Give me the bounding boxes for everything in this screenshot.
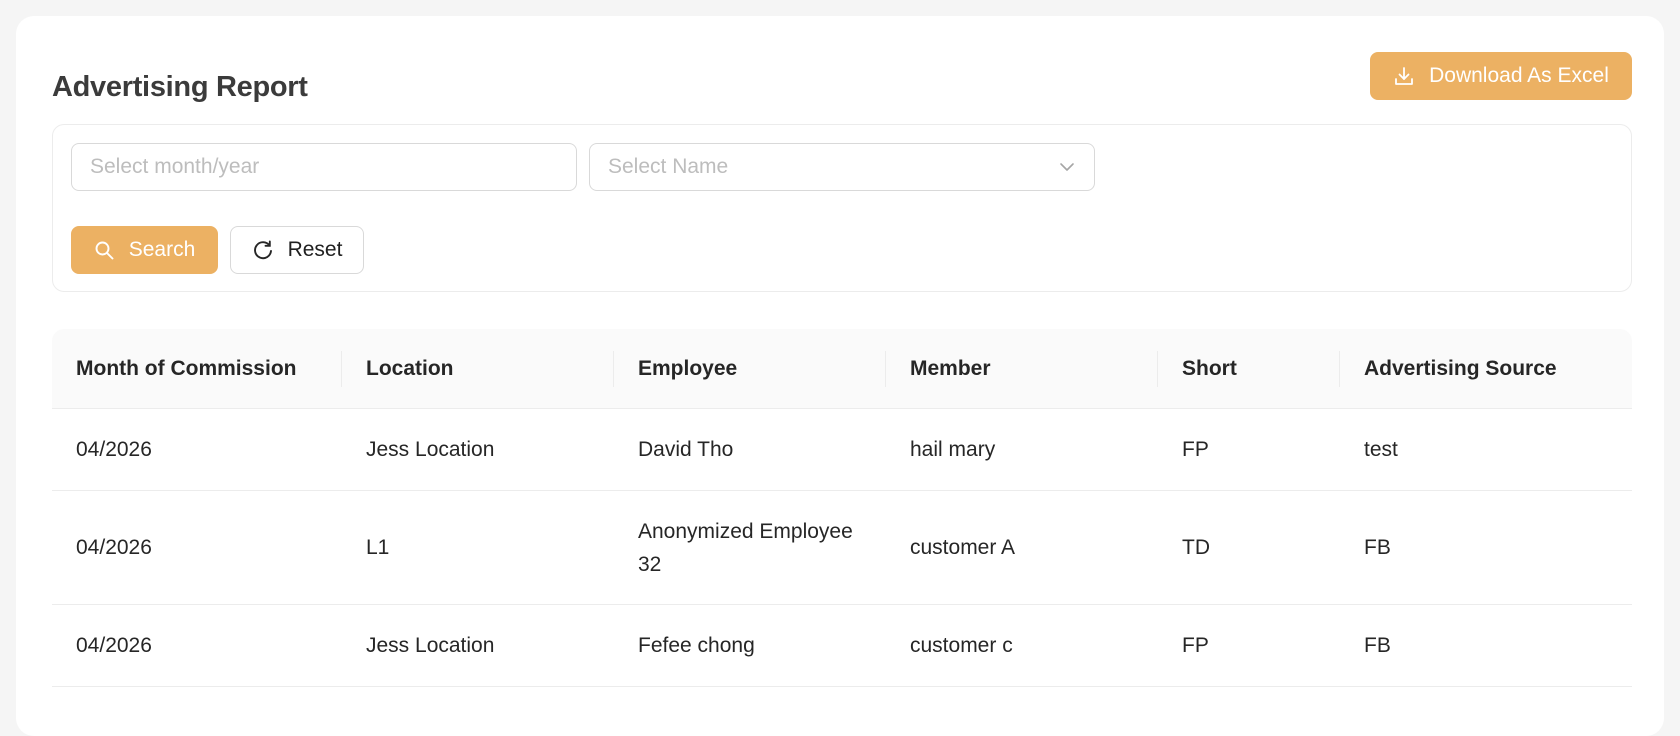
chevron-down-icon bbox=[1060, 163, 1074, 171]
table-row[interactable]: 04/2026 Jess Location David Tho hail mar… bbox=[52, 409, 1632, 491]
filter-panel: Select Name Search Reset bbox=[52, 124, 1632, 292]
cell-advertising-source: FB bbox=[1364, 634, 1391, 657]
cell-location: L1 bbox=[366, 536, 390, 559]
cell-member: hail mary bbox=[910, 438, 996, 461]
column-header-month[interactable]: Month of Commission bbox=[52, 329, 342, 408]
column-header-short[interactable]: Short bbox=[1158, 329, 1340, 408]
download-excel-button[interactable]: Download As Excel bbox=[1370, 52, 1632, 100]
cell-employee: David Tho bbox=[638, 438, 734, 461]
cell-month: 04/2026 bbox=[76, 634, 152, 657]
download-icon bbox=[1395, 67, 1414, 85]
page-title: Advertising Report bbox=[52, 71, 308, 103]
search-button[interactable]: Search bbox=[71, 226, 218, 274]
column-header-location[interactable]: Location bbox=[342, 329, 614, 408]
reset-button-label: Reset bbox=[287, 238, 343, 261]
cell-month: 04/2026 bbox=[76, 438, 152, 461]
column-header-advertising-source[interactable]: Advertising Source bbox=[1340, 329, 1632, 408]
column-header-employee[interactable]: Employee bbox=[614, 329, 886, 408]
cell-member: customer c bbox=[910, 634, 1013, 657]
download-button-label: Download As Excel bbox=[1429, 64, 1609, 87]
table-header: Month of Commission Location Employee Me… bbox=[52, 329, 1632, 409]
table-row[interactable]: 04/2026 Jess Location Fefee chong custom… bbox=[52, 605, 1632, 687]
cell-member: customer A bbox=[910, 536, 1016, 559]
column-header-member[interactable]: Member bbox=[886, 329, 1158, 408]
cell-advertising-source: test bbox=[1364, 438, 1398, 461]
cell-short: FP bbox=[1182, 634, 1209, 657]
cell-employee: Anonymized Employee 32 bbox=[638, 519, 853, 576]
name-select[interactable]: Select Name bbox=[589, 143, 1095, 191]
cell-advertising-source: FB bbox=[1364, 536, 1391, 559]
month-year-picker[interactable] bbox=[71, 143, 577, 191]
cell-location: Jess Location bbox=[366, 438, 495, 461]
cell-short: FP bbox=[1182, 438, 1209, 461]
report-table: Month of Commission Location Employee Me… bbox=[52, 329, 1632, 687]
search-icon bbox=[95, 241, 114, 259]
reload-icon bbox=[253, 240, 272, 260]
reset-button[interactable]: Reset bbox=[230, 226, 364, 274]
month-year-input[interactable] bbox=[90, 155, 558, 179]
cell-employee: Fefee chong bbox=[638, 634, 755, 657]
report-card: Advertising Report Download As Excel Sel… bbox=[16, 16, 1664, 736]
cell-month: 04/2026 bbox=[76, 536, 152, 559]
search-button-label: Search bbox=[128, 238, 196, 261]
name-select-placeholder: Select Name bbox=[608, 155, 729, 178]
cell-location: Jess Location bbox=[366, 634, 495, 657]
cell-short: TD bbox=[1182, 536, 1210, 559]
table-row[interactable]: 04/2026 L1 Anonymized Employee 32 custom… bbox=[52, 491, 1632, 605]
